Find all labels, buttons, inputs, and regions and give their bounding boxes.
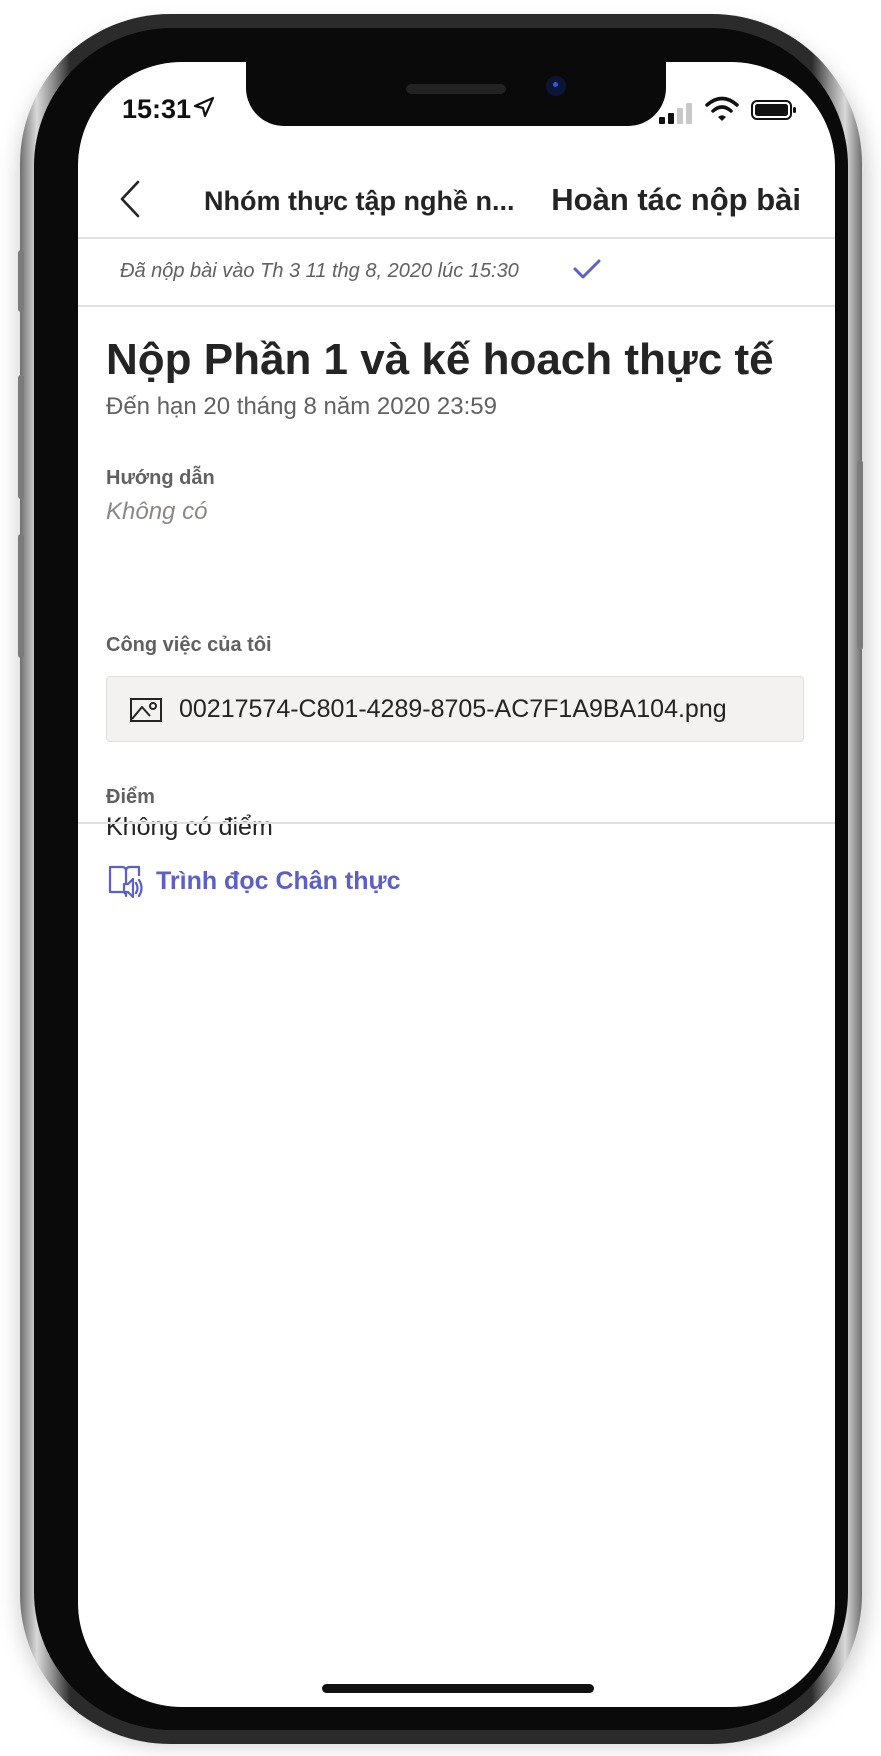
- front-camera: [546, 76, 566, 96]
- top-nav-bar: Nhóm thực tập nghề n... Hoàn tác nộp bài: [78, 162, 835, 239]
- assignment-title: Nộp Phần 1 và kế hoach thực tế: [106, 335, 774, 384]
- earpiece-speaker: [406, 84, 506, 94]
- battery-icon: [751, 100, 796, 120]
- status-icons: [647, 96, 797, 124]
- chevron-left-icon[interactable]: [116, 176, 148, 222]
- points-value: Không có điểm: [106, 813, 273, 841]
- points-label: Điểm: [106, 786, 155, 808]
- immersive-reader-button[interactable]: Trình đọc Chân thực: [106, 862, 406, 902]
- image-file-icon: [130, 698, 162, 722]
- immersive-reader-icon: [108, 865, 143, 899]
- instructions-value: Không có: [106, 498, 208, 525]
- home-indicator[interactable]: [322, 1684, 594, 1693]
- phone-screen: 15:31 Nhóm thực tập nghề n... Hoàn tác n…: [78, 62, 835, 1707]
- section-divider: [78, 822, 835, 824]
- attachment-file-name: 00217574-C801-4289-8705-AC7F1A9BA104.png: [179, 695, 727, 723]
- immersive-reader-label: Trình đọc Chân thực: [156, 867, 401, 895]
- notch: [246, 62, 666, 126]
- my-work-label: Công việc của tôi: [106, 634, 272, 656]
- due-date: Đến hạn 20 tháng 8 năm 2020 23:59: [106, 393, 497, 420]
- submission-status-text: Đã nộp bài vào Th 3 11 thg 8, 2020 lúc 1…: [120, 260, 519, 282]
- attachment-file[interactable]: 00217574-C801-4289-8705-AC7F1A9BA104.png: [106, 676, 804, 742]
- undo-submit-button[interactable]: Hoàn tác nộp bài: [551, 182, 801, 218]
- status-time: 15:31: [122, 94, 192, 124]
- cellular-signal-icon: [659, 102, 697, 124]
- class-name-title: Nhóm thực tập nghề n...: [204, 186, 515, 216]
- silent-switch: [18, 250, 24, 312]
- wifi-icon: [705, 96, 739, 121]
- submission-status-bar: Đã nộp bài vào Th 3 11 thg 8, 2020 lúc 1…: [78, 239, 835, 307]
- volume-down-button: [18, 534, 24, 658]
- instructions-label: Hướng dẫn: [106, 467, 215, 489]
- volume-up-button: [18, 375, 24, 499]
- location-arrow-icon: [193, 96, 215, 118]
- power-button: [857, 460, 863, 650]
- checkmark-icon: [573, 259, 601, 279]
